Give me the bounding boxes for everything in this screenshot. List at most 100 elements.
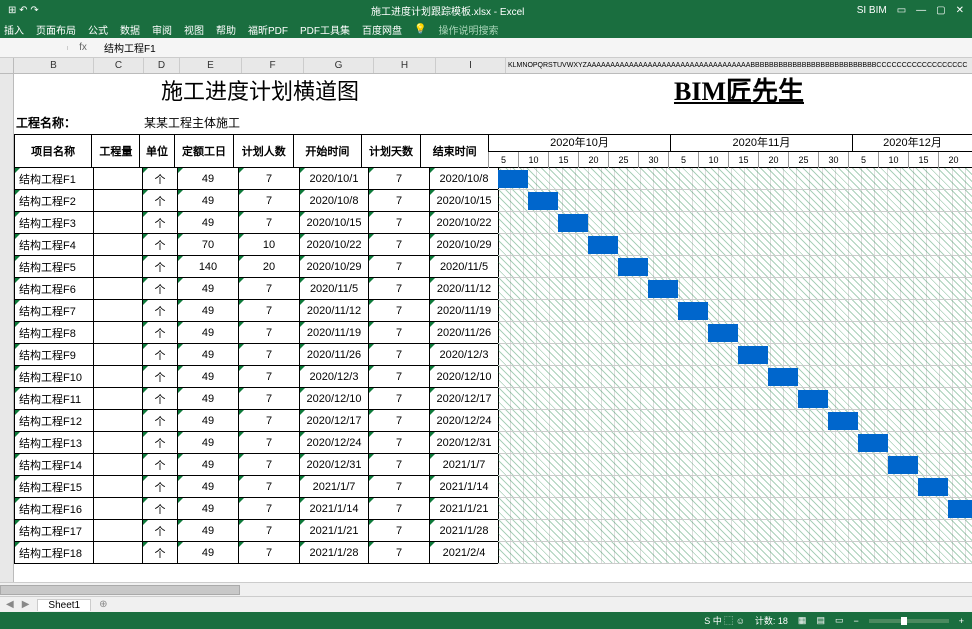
data-cell[interactable]: 2020/11/5 [429,256,499,278]
data-cell[interactable] [93,212,143,234]
data-cell[interactable]: 个 [142,278,178,300]
data-cell[interactable]: 个 [142,432,178,454]
tab-nav-last-icon[interactable]: ▶ [22,599,30,610]
select-all-corner[interactable] [0,58,14,73]
quick-access[interactable]: ⊞ ↶ ↷ [8,5,39,16]
ribbon-tab[interactable]: 帮助 [216,22,236,37]
data-cell[interactable]: 70 [177,234,239,256]
data-cell[interactable]: 2021/2/4 [429,542,499,564]
ribbon-tab[interactable]: PDF工具集 [300,22,350,37]
data-cell[interactable]: 7 [368,300,430,322]
table-row[interactable]: 结构工程F9个4972020/11/2672020/12/3 [14,344,972,366]
data-cell[interactable]: 个 [142,498,178,520]
data-cell[interactable]: 结构工程F14 [14,454,94,476]
table-row[interactable]: 结构工程F2个4972020/10/872020/10/15 [14,190,972,212]
data-cell[interactable]: 2020/12/31 [299,454,369,476]
data-cell[interactable] [93,388,143,410]
data-cell[interactable]: 7 [238,190,300,212]
data-cell[interactable]: 结构工程F4 [14,234,94,256]
data-cell[interactable]: 结构工程F11 [14,388,94,410]
ribbon-tab[interactable]: 插入 [4,22,24,37]
table-row[interactable]: 结构工程F17个4972021/1/2172021/1/28 [14,520,972,542]
data-cell[interactable]: 49 [177,168,239,190]
data-cell[interactable]: 2021/1/14 [429,476,499,498]
data-cell[interactable]: 个 [142,322,178,344]
data-cell[interactable] [93,542,143,564]
data-cell[interactable]: 7 [238,476,300,498]
data-cell[interactable]: 结构工程F3 [14,212,94,234]
zoom-out-icon[interactable]: − [853,616,858,626]
data-cell[interactable]: 2020/12/17 [429,388,499,410]
data-cell[interactable]: 49 [177,322,239,344]
view-normal-icon[interactable]: ▦ [798,615,807,626]
data-cell[interactable]: 10 [238,234,300,256]
tab-nav-first-icon[interactable]: ◀ [6,599,14,610]
data-cell[interactable]: 49 [177,344,239,366]
scrollbar-horizontal[interactable] [0,582,972,596]
dense-col-headers[interactable]: KLMNOPQRSTUVWXYZAAAAAAAAAAAAAAAAAAAAAAAA… [506,58,972,73]
data-cell[interactable]: 49 [177,498,239,520]
data-cell[interactable] [93,410,143,432]
data-cell[interactable]: 个 [142,388,178,410]
data-cell[interactable]: 7 [238,454,300,476]
data-cell[interactable]: 2020/10/8 [299,190,369,212]
view-break-icon[interactable]: ▭ [835,615,844,626]
data-cell[interactable]: 2020/11/26 [299,344,369,366]
data-cell[interactable]: 7 [238,322,300,344]
table-row[interactable]: 结构工程F11个4972020/12/1072020/12/17 [14,388,972,410]
data-cell[interactable]: 结构工程F9 [14,344,94,366]
col-header[interactable]: E [180,58,242,73]
zoom-in-icon[interactable]: + [959,616,964,626]
data-cell[interactable] [93,168,143,190]
table-row[interactable]: 结构工程F6个4972020/11/572020/11/12 [14,278,972,300]
col-header[interactable]: H [374,58,436,73]
table-row[interactable]: 结构工程F16个4972021/1/1472021/1/21 [14,498,972,520]
ribbon-tab[interactable]: 百度网盘 [362,22,402,37]
data-cell[interactable]: 结构工程F13 [14,432,94,454]
row-headers[interactable] [0,74,14,582]
ribbon-tab[interactable]: 审阅 [152,22,172,37]
data-cell[interactable]: 2020/11/19 [429,300,499,322]
data-cell[interactable]: 个 [142,476,178,498]
data-cell[interactable] [93,322,143,344]
table-row[interactable]: 结构工程F15个4972021/1/772021/1/14 [14,476,972,498]
close-icon[interactable]: ✕ [956,5,964,16]
data-cell[interactable]: 2020/12/3 [299,366,369,388]
data-cell[interactable] [93,278,143,300]
data-cell[interactable]: 2021/1/7 [429,454,499,476]
ribbon-tab[interactable]: 视图 [184,22,204,37]
minimize-icon[interactable]: — [916,5,926,16]
data-cell[interactable]: 2020/10/22 [429,212,499,234]
data-cell[interactable]: 49 [177,278,239,300]
data-cell[interactable]: 结构工程F15 [14,476,94,498]
sheet-content[interactable]: 施工进度计划横道图 BIM匠先生 工程名称： 某某工程主体施工 项目名称 工程量… [14,74,972,582]
scroll-thumb[interactable] [0,585,240,595]
data-cell[interactable]: 7 [368,190,430,212]
table-row[interactable]: 结构工程F7个4972020/11/1272020/11/19 [14,300,972,322]
tell-me[interactable]: 操作说明搜索 [438,22,498,37]
data-cell[interactable]: 结构工程F8 [14,322,94,344]
data-cell[interactable]: 49 [177,410,239,432]
col-header[interactable]: I [436,58,506,73]
data-cell[interactable]: 7 [368,432,430,454]
data-cell[interactable]: 结构工程F6 [14,278,94,300]
data-cell[interactable]: 个 [142,366,178,388]
data-cell[interactable]: 2020/12/17 [299,410,369,432]
data-cell[interactable]: 49 [177,212,239,234]
data-cell[interactable]: 49 [177,542,239,564]
table-row[interactable]: 结构工程F5个140202020/10/2972020/11/5 [14,256,972,278]
data-cell[interactable]: 个 [142,212,178,234]
data-cell[interactable]: 49 [177,520,239,542]
data-cell[interactable]: 7 [368,344,430,366]
data-cell[interactable]: 2021/1/28 [299,542,369,564]
data-cell[interactable]: 7 [368,476,430,498]
data-cell[interactable] [93,520,143,542]
ribbon-tab[interactable]: 数据 [120,22,140,37]
data-cell[interactable]: 7 [368,234,430,256]
data-cell[interactable]: 49 [177,190,239,212]
data-cell[interactable]: 2020/11/26 [429,322,499,344]
data-cell[interactable]: 2020/11/19 [299,322,369,344]
data-cell[interactable] [93,344,143,366]
data-cell[interactable]: 140 [177,256,239,278]
data-cell[interactable]: 2020/12/24 [429,410,499,432]
